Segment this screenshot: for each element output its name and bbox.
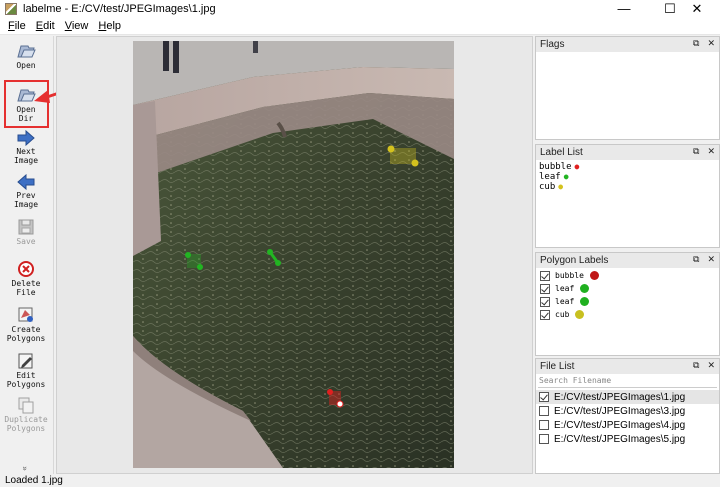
file-list-dock-header: File List ⧉ ✕ [536, 359, 719, 374]
file-search-input[interactable]: Search Filename [538, 376, 717, 388]
delete-file-button[interactable]: Delete File [2, 260, 50, 297]
polygon-label-name: leaf [555, 284, 575, 293]
file-list-title: File List [540, 361, 575, 372]
menu-edit[interactable]: Edit [36, 20, 55, 32]
polygon-labels-dock: Polygon Labels ⧉ ✕ bubble leaf leaf cub [535, 252, 720, 356]
canvas-photo[interactable] [133, 41, 454, 468]
save-button[interactable]: Save [2, 218, 50, 246]
file-list-item[interactable]: E:/CV/test/JPEGImages\4.jpg [536, 418, 719, 432]
polygon-labels-title: Polygon Labels [540, 255, 609, 266]
open-button[interactable]: Open [2, 42, 50, 70]
flags-dock-header: Flags ⧉ ✕ [536, 37, 719, 52]
file-done-checkbox[interactable] [539, 420, 549, 430]
polygon-visibility-checkbox[interactable] [540, 283, 550, 294]
flags-title: Flags [540, 39, 565, 50]
create-polygon-icon [18, 307, 33, 322]
duplicate-polygons-button[interactable]: Duplicate Polygons [2, 396, 50, 433]
prev-image-button[interactable]: Prev Image [2, 174, 50, 209]
file-list-item[interactable]: E:/CV/test/JPEGImages\3.jpg [536, 404, 719, 418]
label-name: bubble [539, 162, 572, 172]
open-label: Open [16, 61, 36, 70]
label-color-dot: ● [574, 162, 580, 171]
edit-pencil-icon [18, 353, 33, 369]
polygon-label-name: bubble [555, 271, 584, 280]
save-disk-icon [18, 219, 34, 235]
float-icon[interactable]: ⧉ [693, 38, 699, 49]
open-folder-icon [17, 45, 36, 58]
edit-polygons-button[interactable]: Edit Polygons [2, 352, 50, 389]
menu-file[interactable]: File [8, 20, 26, 32]
polygon-visibility-checkbox[interactable] [540, 296, 550, 307]
polygon-color-dot [575, 310, 585, 319]
status-bar: Loaded 1.jpg [0, 475, 720, 487]
polygon-label-row[interactable]: cub [536, 308, 719, 321]
minimize-button[interactable]: — [601, 0, 647, 17]
delete-circle-icon [18, 261, 34, 277]
edit-polygons-label: Edit Polygons [6, 371, 46, 389]
label-name: leaf [539, 172, 561, 182]
close-icon[interactable]: ✕ [707, 38, 715, 49]
polygon-label-name: leaf [555, 297, 575, 306]
next-image-label: Next Image [13, 147, 39, 165]
toolbar-more-chevron[interactable]: » [21, 466, 30, 470]
label-list-item[interactable]: leaf ● [536, 172, 719, 182]
polygon-label-row[interactable]: leaf [536, 295, 719, 308]
file-list-dock: File List ⧉ ✕ Search Filename E:/CV/test… [535, 358, 720, 474]
file-list-item[interactable]: E:/CV/test/JPEGImages\1.jpg [536, 390, 719, 404]
title-bar: labelme - E:/CV/test/JPEGImages\1.jpg — … [0, 0, 720, 17]
create-polygons-label: Create Polygons [6, 325, 46, 343]
close-window-button[interactable]: ✕ [674, 0, 720, 17]
float-icon[interactable]: ⧉ [693, 254, 699, 265]
label-name: cub [539, 182, 556, 192]
duplicate-copy-icon [18, 397, 34, 414]
label-list-item[interactable]: cub ● [536, 182, 719, 192]
polygon-labels-dock-header: Polygon Labels ⧉ ✕ [536, 253, 719, 268]
polygon-color-dot [580, 284, 590, 293]
polygon-label-row[interactable]: bubble [536, 269, 719, 282]
polygon-visibility-checkbox[interactable] [540, 270, 550, 281]
polygon-label-row[interactable]: leaf [536, 282, 719, 295]
delete-file-label: Delete File [11, 279, 41, 297]
label-list-title: Label List [540, 147, 583, 158]
polygon-color-dot [589, 271, 599, 280]
polygon-visibility-checkbox[interactable] [540, 309, 550, 320]
menu-help[interactable]: Help [98, 20, 121, 32]
file-done-checkbox[interactable] [539, 392, 549, 402]
file-path: E:/CV/test/JPEGImages\1.jpg [554, 391, 686, 403]
duplicate-polygons-label: Duplicate Polygons [4, 415, 48, 433]
menu-view[interactable]: View [65, 20, 89, 32]
polygon-label-name: cub [555, 310, 570, 319]
right-arrow-icon [17, 130, 35, 146]
label-list-item[interactable]: bubble ● [536, 162, 719, 172]
file-list-item[interactable]: E:/CV/test/JPEGImages\5.jpg [536, 432, 719, 446]
close-icon[interactable]: ✕ [707, 146, 715, 157]
close-icon[interactable]: ✕ [707, 254, 715, 265]
left-arrow-icon [17, 174, 35, 190]
label-color-dot: ● [558, 182, 564, 191]
fountain-pool-photo [133, 41, 454, 468]
label-color-dot: ● [563, 172, 569, 181]
window-title: labelme - E:/CV/test/JPEGImages\1.jpg [23, 2, 216, 15]
file-done-checkbox[interactable] [539, 434, 549, 444]
prev-image-label: Prev Image [13, 191, 39, 209]
file-path: E:/CV/test/JPEGImages\4.jpg [554, 419, 686, 431]
file-path: E:/CV/test/JPEGImages\5.jpg [554, 433, 686, 445]
file-path: E:/CV/test/JPEGImages\3.jpg [554, 405, 686, 417]
label-list-dock-header: Label List ⧉ ✕ [536, 145, 719, 160]
file-done-checkbox[interactable] [539, 406, 549, 416]
menu-bar: File Edit View Help [0, 17, 720, 35]
flags-dock: Flags ⧉ ✕ [535, 36, 720, 140]
save-label: Save [16, 237, 36, 246]
float-icon[interactable]: ⧉ [693, 146, 699, 157]
float-icon[interactable]: ⧉ [693, 360, 699, 371]
labelme-app-icon [5, 2, 17, 15]
label-list-dock: Label List ⧉ ✕ bubble ● leaf ● cub ● [535, 144, 720, 248]
close-icon[interactable]: ✕ [707, 360, 715, 371]
next-image-button[interactable]: Next Image [2, 130, 50, 165]
polygon-color-dot [580, 297, 590, 306]
create-polygons-button[interactable]: Create Polygons [2, 306, 50, 343]
